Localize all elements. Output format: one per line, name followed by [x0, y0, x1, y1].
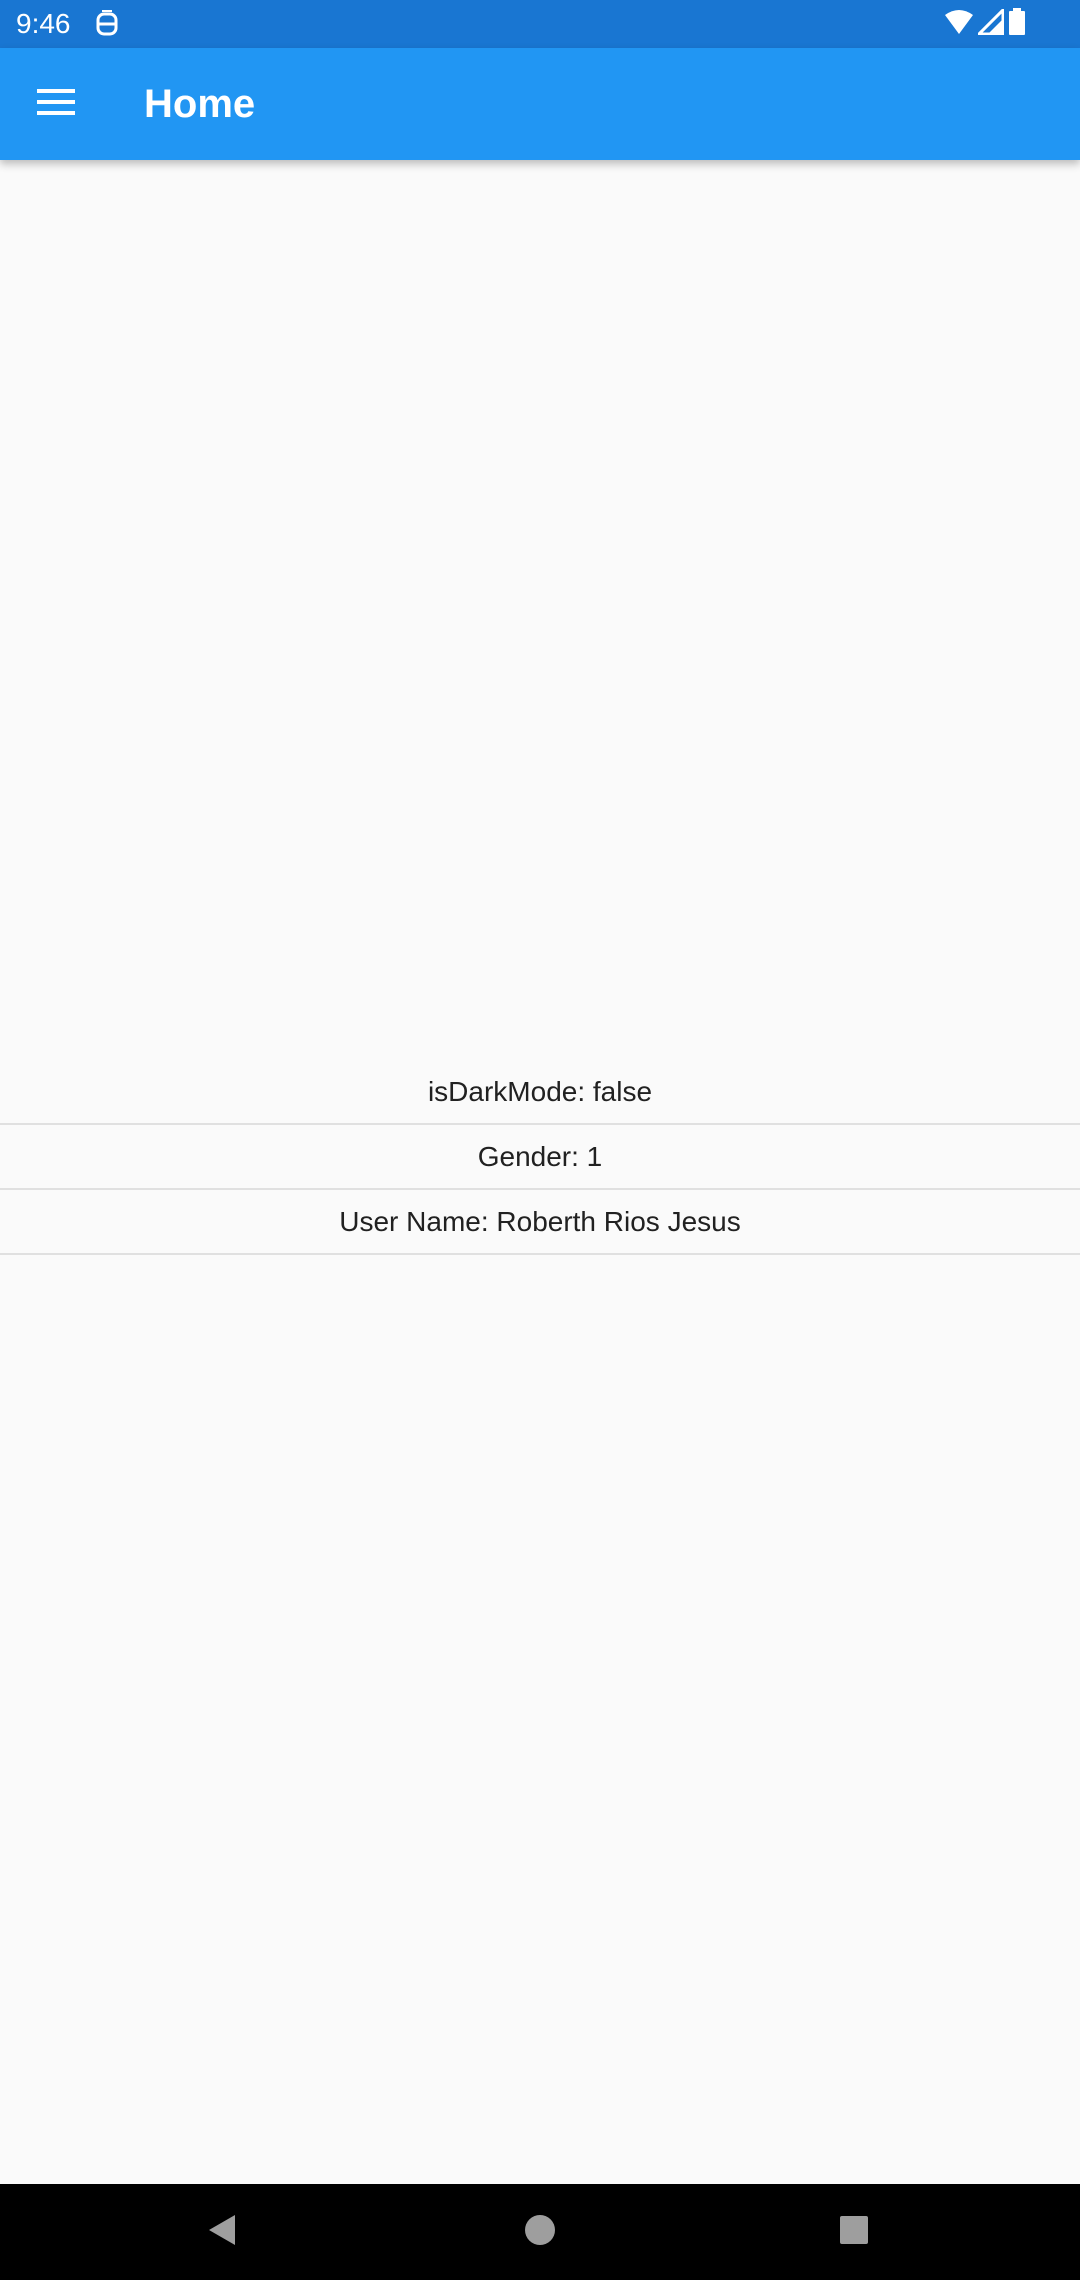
- navigation-bar: [0, 2184, 1080, 2280]
- settings-list: isDarkMode: false Gender: 1 User Name: R…: [0, 1060, 1080, 1255]
- app-bar: Home: [0, 48, 1080, 160]
- home-button[interactable]: [510, 2202, 570, 2262]
- back-icon: [205, 2213, 239, 2252]
- status-time: 9:46: [16, 8, 71, 39]
- recents-button[interactable]: [824, 2202, 884, 2262]
- hamburger-menu-icon: [37, 88, 75, 120]
- notification-s-icon: [94, 10, 120, 38]
- battery-icon: [1008, 7, 1026, 41]
- page-title: Home: [144, 82, 256, 126]
- status-bar: 9:46: [0, 0, 1080, 48]
- back-button[interactable]: [192, 2202, 252, 2262]
- list-item-user-name[interactable]: User Name: Roberth Rios Jesus: [0, 1190, 1080, 1255]
- list-item-label: isDarkMode: false: [427, 1075, 653, 1107]
- signal-icon: [975, 5, 1005, 40]
- screen: 9:46 Home isDarkMode: false Gender: 1 Us…: [0, 0, 1080, 2280]
- list-item-gender[interactable]: Gender: 1: [0, 1125, 1080, 1190]
- home-icon: [524, 2214, 556, 2251]
- status-icons: [944, 5, 1026, 41]
- wifi-icon: [944, 9, 974, 40]
- list-item-dark-mode[interactable]: isDarkMode: false: [0, 1060, 1080, 1125]
- menu-button[interactable]: [20, 68, 92, 140]
- list-item-label: Gender: 1: [477, 1140, 603, 1172]
- recents-icon: [839, 2215, 869, 2250]
- list-item-label: User Name: Roberth Rios Jesus: [339, 1205, 741, 1237]
